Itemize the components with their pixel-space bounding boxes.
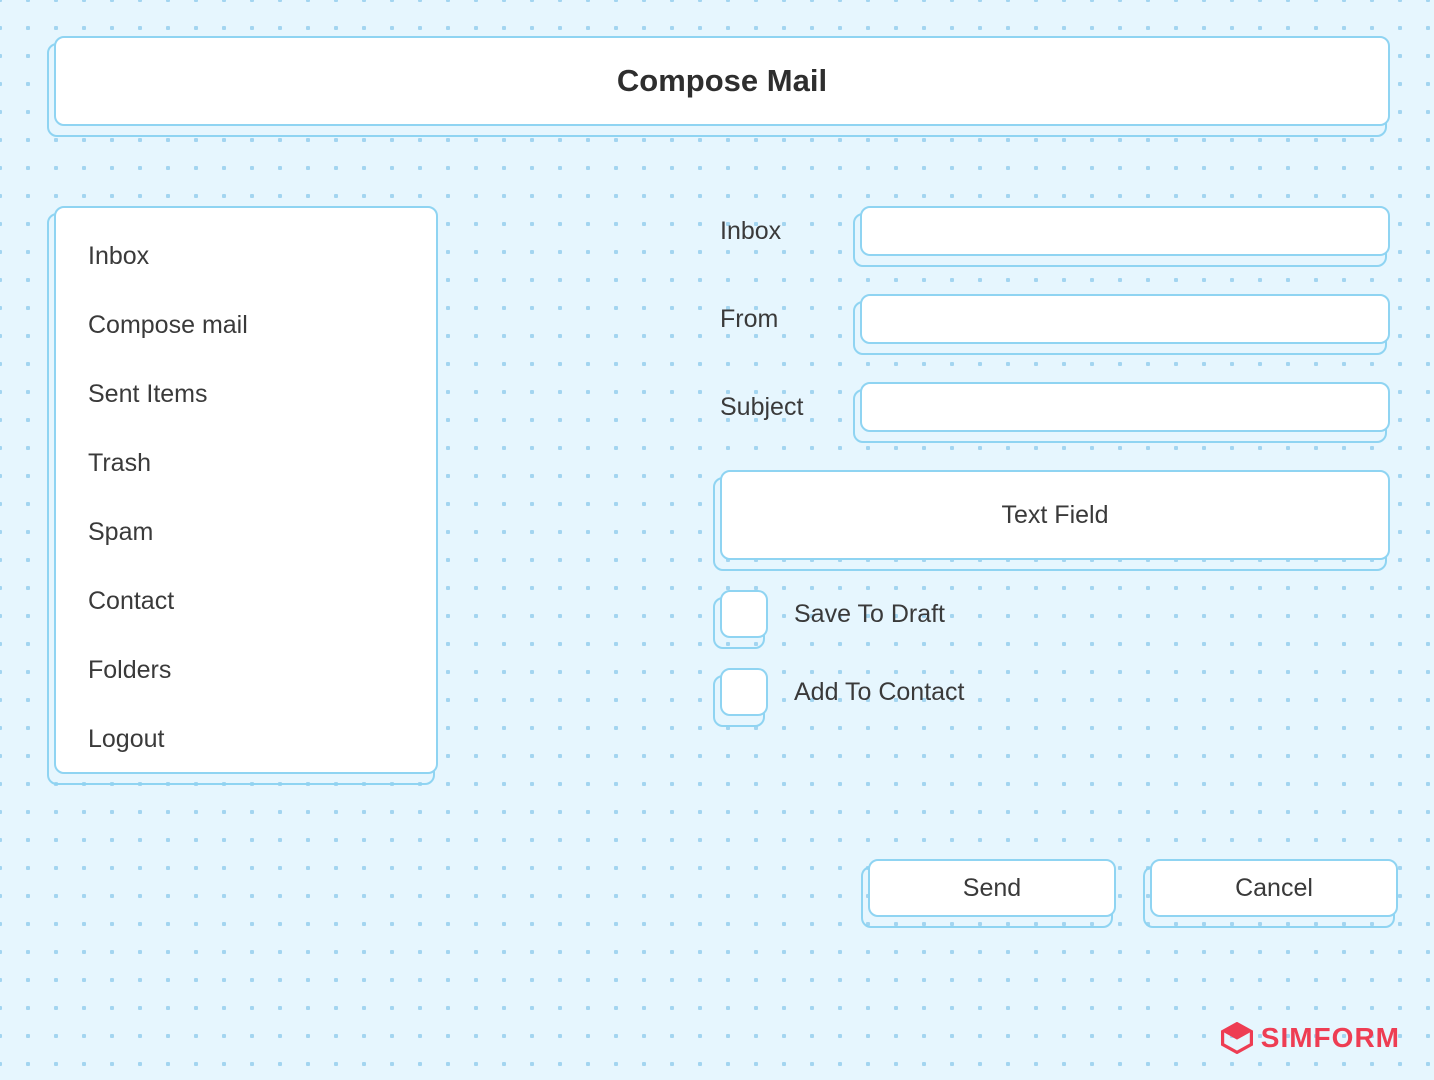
- page-title: Compose Mail: [54, 36, 1390, 126]
- subject-input[interactable]: [860, 382, 1390, 432]
- save-draft-checkbox[interactable]: [720, 590, 768, 638]
- body-textfield[interactable]: Text Field: [720, 470, 1390, 560]
- from-input[interactable]: [860, 294, 1390, 344]
- body-textfield-label: Text Field: [720, 470, 1390, 560]
- sidebar-item-contact[interactable]: Contact: [88, 587, 404, 616]
- action-buttons: Send Cancel: [868, 859, 1398, 917]
- add-contact-label: Add To Contact: [794, 678, 964, 707]
- field-label-subject: Subject: [720, 393, 860, 422]
- field-row-from: From: [720, 294, 1390, 344]
- save-draft-label: Save To Draft: [794, 600, 945, 629]
- checkbox-row-contact: Add To Contact: [720, 668, 1390, 716]
- field-label-from: From: [720, 305, 860, 334]
- field-label-inbox: Inbox: [720, 217, 860, 246]
- sidebar: Inbox Compose mail Sent Items Trash Spam…: [54, 206, 438, 774]
- brand-name: SIMFORM: [1261, 1022, 1400, 1054]
- field-row-subject: Subject: [720, 382, 1390, 432]
- send-button[interactable]: Send: [868, 859, 1116, 917]
- sidebar-item-sent[interactable]: Sent Items: [88, 380, 404, 409]
- field-row-inbox: Inbox: [720, 206, 1390, 256]
- add-contact-checkbox[interactable]: [720, 668, 768, 716]
- sidebar-item-inbox[interactable]: Inbox: [88, 242, 404, 271]
- sidebar-item-compose[interactable]: Compose mail: [88, 311, 404, 340]
- sidebar-item-folders[interactable]: Folders: [88, 656, 404, 685]
- sidebar-item-spam[interactable]: Spam: [88, 518, 404, 547]
- cancel-button[interactable]: Cancel: [1150, 859, 1398, 917]
- checkbox-row-draft: Save To Draft: [720, 590, 1390, 638]
- compose-form: Inbox From Subject Text Field Save To Dr…: [720, 206, 1390, 720]
- inbox-input[interactable]: [860, 206, 1390, 256]
- simform-logo-icon: [1221, 1022, 1253, 1054]
- sidebar-item-logout[interactable]: Logout: [88, 725, 404, 754]
- page-header: Compose Mail: [54, 36, 1390, 126]
- brand-logo: SIMFORM: [1221, 1022, 1400, 1054]
- send-button-label: Send: [868, 859, 1116, 917]
- sidebar-item-trash[interactable]: Trash: [88, 449, 404, 478]
- cancel-button-label: Cancel: [1150, 859, 1398, 917]
